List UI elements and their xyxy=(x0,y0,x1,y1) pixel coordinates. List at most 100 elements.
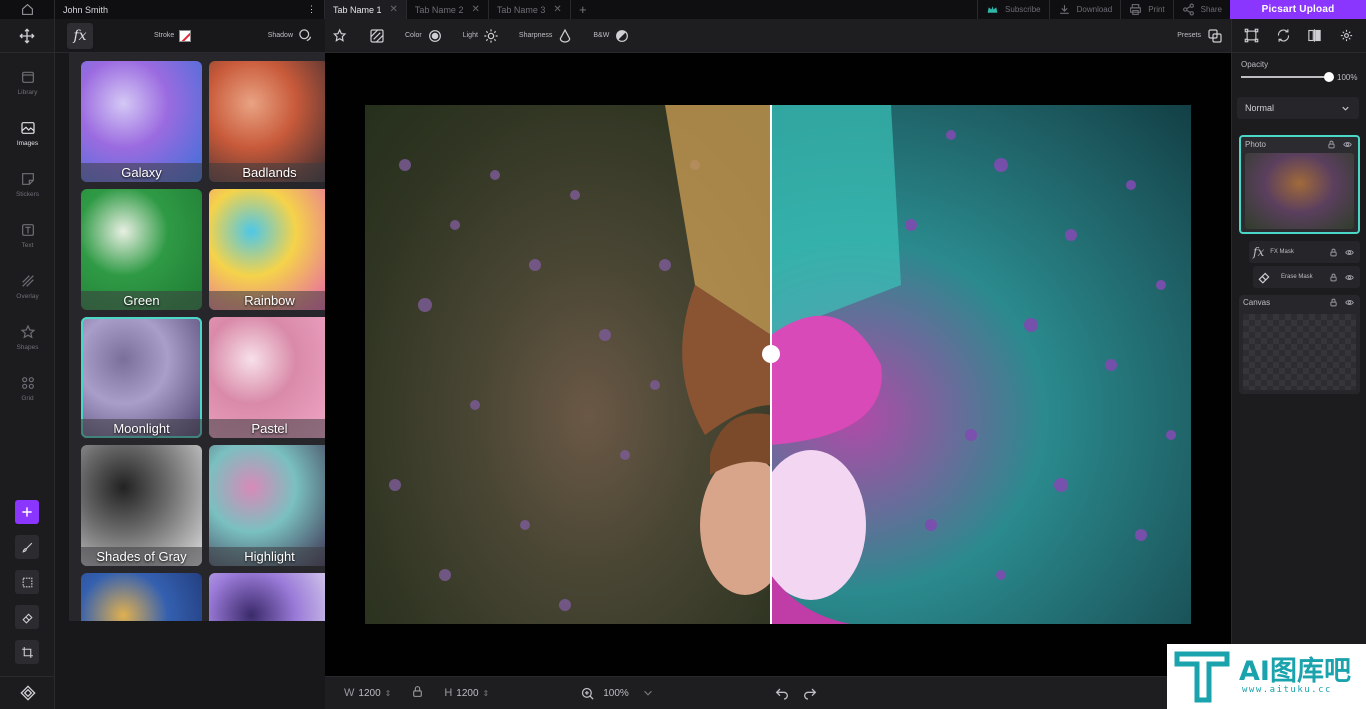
rail-item-label: Shapes xyxy=(16,344,39,351)
add-layer-button[interactable] xyxy=(15,500,39,524)
eye-icon[interactable] xyxy=(1344,248,1355,257)
tab-1[interactable]: Tab Name 1 ✕ xyxy=(325,0,407,19)
fx-mask-controls xyxy=(1329,248,1360,257)
rail-item-text[interactable]: Text xyxy=(0,222,55,249)
select-tool-button[interactable] xyxy=(15,570,39,594)
adjust-settings-icon[interactable] xyxy=(1339,28,1354,43)
effect-thumb-moonlight[interactable]: Moonlight xyxy=(81,317,202,438)
tab-2[interactable]: Tab Name 2 ✕ xyxy=(407,0,489,19)
sharpness-adjust-button[interactable]: Sharpness xyxy=(519,28,573,44)
light-adjust-button[interactable]: Light xyxy=(463,28,499,44)
blend-mode-select[interactable]: Normal xyxy=(1237,97,1359,119)
rail-item-shapes[interactable]: Shapes xyxy=(0,324,55,351)
compare-handle[interactable] xyxy=(762,345,780,363)
share-button[interactable]: Share xyxy=(1172,0,1230,19)
lock-icon[interactable] xyxy=(1329,298,1338,307)
tab-3[interactable]: Tab Name 3 ✕ xyxy=(489,0,571,19)
replace-icon[interactable] xyxy=(1276,28,1291,43)
width-field[interactable]: W 1200 ⇕ xyxy=(344,687,391,699)
layer-fx-mask[interactable]: fx FX Mask xyxy=(1249,241,1360,263)
home-button[interactable] xyxy=(0,0,55,19)
eye-icon[interactable] xyxy=(1344,273,1355,282)
add-tab-button[interactable]: + xyxy=(571,2,595,17)
bw-adjust-button[interactable]: B&W xyxy=(593,28,630,44)
rail-item-grid[interactable]: Grid xyxy=(0,375,55,402)
effect-label: Galaxy xyxy=(81,163,202,182)
zoom-control[interactable]: 100% xyxy=(580,686,655,701)
photo-canvas[interactable] xyxy=(365,105,1191,624)
move-tool-button[interactable] xyxy=(0,19,54,53)
effect-label: Green xyxy=(81,291,202,310)
width-key: W xyxy=(344,687,355,699)
lock-icon[interactable] xyxy=(1329,248,1338,257)
download-button[interactable]: Download xyxy=(1048,0,1121,19)
stroke-color-swatch[interactable] xyxy=(179,29,192,42)
erase-mask-controls xyxy=(1329,273,1360,282)
top-actions: Subscribe Download Print Share Picsart U… xyxy=(977,0,1366,19)
favorite-button[interactable] xyxy=(333,28,349,44)
redo-icon[interactable] xyxy=(802,685,818,701)
brush-tool-button[interactable] xyxy=(15,535,39,559)
subscribe-button[interactable]: Subscribe xyxy=(977,0,1049,19)
rail-item-overlay[interactable]: Overlay xyxy=(0,273,55,300)
eye-icon[interactable] xyxy=(1342,140,1353,149)
compare-divider[interactable] xyxy=(770,105,772,624)
eraser-icon xyxy=(1258,272,1270,284)
presets-icon xyxy=(1208,28,1222,43)
brush-icon xyxy=(21,542,32,553)
effect-thumb-pastel[interactable]: Pastel xyxy=(209,317,330,438)
layers-toggle-button[interactable] xyxy=(0,676,55,709)
eraser-tool-button[interactable] xyxy=(15,605,39,629)
effect-thumb-galaxy[interactable]: Galaxy xyxy=(81,61,202,182)
close-tab-icon[interactable]: ✕ xyxy=(553,4,561,15)
effect-label: Moonlight xyxy=(81,419,202,438)
picsart-upload-button[interactable]: Picsart Upload xyxy=(1230,0,1366,19)
user-menu[interactable]: John Smith ⋮ xyxy=(55,0,325,19)
layer-photo[interactable]: Photo xyxy=(1239,135,1360,234)
color-adjust-button[interactable]: Color xyxy=(405,28,443,44)
shadow-control[interactable]: Shadow xyxy=(268,28,313,43)
effect-thumb-badlands[interactable]: Badlands xyxy=(209,61,330,182)
effect-photo-half xyxy=(771,105,1191,624)
height-stepper-icon[interactable]: ⇕ xyxy=(483,689,490,698)
aituku-logo-icon xyxy=(1174,651,1230,703)
stroke-control[interactable]: Stroke xyxy=(154,29,192,42)
zoom-in-icon xyxy=(582,687,594,700)
lock-icon[interactable] xyxy=(1327,140,1336,149)
fx-button[interactable]: fx xyxy=(67,22,93,49)
eye-icon[interactable] xyxy=(1344,298,1355,307)
presets-label: Presets xyxy=(1177,32,1201,39)
undo-icon[interactable] xyxy=(774,685,790,701)
presets-button[interactable]: Presets xyxy=(1177,28,1223,44)
layer-canvas[interactable]: Canvas xyxy=(1239,295,1360,394)
layer-erase-mask[interactable]: Erase Mask xyxy=(1253,266,1360,288)
width-stepper-icon[interactable]: ⇕ xyxy=(385,689,392,698)
opacity-slider-knob[interactable] xyxy=(1324,72,1334,82)
transform-icon[interactable] xyxy=(1244,28,1259,43)
close-tab-icon[interactable]: ✕ xyxy=(390,4,398,15)
chevron-down-icon[interactable] xyxy=(641,686,655,700)
effect-thumb-item-10[interactable] xyxy=(209,573,330,621)
rail-item-library[interactable]: Library xyxy=(0,69,55,96)
aspect-lock-button[interactable] xyxy=(411,685,424,701)
shapes-icon xyxy=(20,324,35,339)
rail-item-images[interactable]: Images xyxy=(0,120,55,147)
texture-button[interactable] xyxy=(369,28,385,44)
lock-icon[interactable] xyxy=(1329,273,1338,282)
rail-item-stickers[interactable]: Stickers xyxy=(0,171,55,198)
effect-thumb-green[interactable]: Green xyxy=(81,189,202,310)
effect-thumb-rainbow[interactable]: Rainbow xyxy=(209,189,330,310)
height-field[interactable]: H 1200 ⇕ xyxy=(444,687,489,699)
close-tab-icon[interactable]: ✕ xyxy=(471,4,479,15)
opacity-slider[interactable] xyxy=(1241,76,1329,78)
print-button[interactable]: Print xyxy=(1120,0,1172,19)
flip-icon[interactable] xyxy=(1307,28,1322,43)
more-options-icon[interactable]: ⋮ xyxy=(307,4,316,15)
crop-tool-button[interactable] xyxy=(15,640,39,664)
effect-thumb-item-9[interactable] xyxy=(81,573,202,621)
print-icon xyxy=(1130,4,1142,15)
effect-thumb-highlight[interactable]: Highlight xyxy=(209,445,330,566)
adjust-toolbar: Color Light Sharpness B&W Presets xyxy=(325,19,1231,53)
effect-thumb-shades-of-gray[interactable]: Shades of Gray xyxy=(81,445,202,566)
home-icon xyxy=(21,3,33,15)
